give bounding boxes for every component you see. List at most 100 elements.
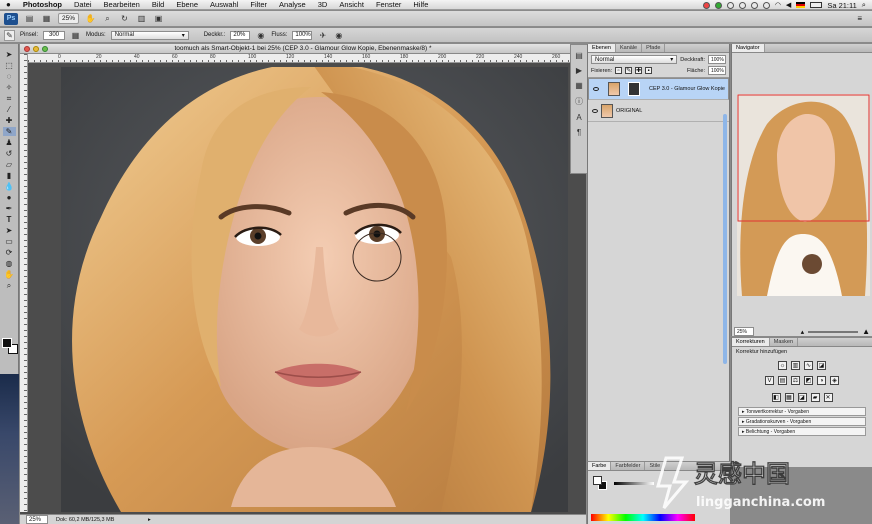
menu-3d[interactable]: 3D <box>312 0 334 9</box>
photo-filter-icon[interactable]: ◑ <box>817 376 826 385</box>
preset-belichtung[interactable]: ▸ Belichtung - Vorgaben <box>738 427 866 436</box>
curves-icon[interactable]: ∿ <box>804 361 813 370</box>
status-zoom-field[interactable]: 25% <box>26 515 48 524</box>
image-canvas[interactable] <box>61 67 568 512</box>
menu-analyse[interactable]: Analyse <box>273 0 312 9</box>
zoom-tool-icon[interactable]: ⌕ <box>3 281 16 290</box>
move-tool-icon[interactable]: ➤ <box>3 50 16 59</box>
navigator-zoom-field[interactable]: 25% <box>734 327 754 336</box>
status-icon-4[interactable] <box>738 1 746 9</box>
wifi-icon[interactable]: ◠ <box>775 1 781 9</box>
tab-ebenen[interactable]: Ebenen <box>588 44 616 52</box>
color-fg-swatch[interactable] <box>593 476 602 485</box>
vertical-ruler[interactable] <box>20 54 28 512</box>
menu-auswahl[interactable]: Auswahl <box>204 0 244 9</box>
zoom-level-select[interactable]: 25% <box>58 13 80 24</box>
visibility-eye-icon[interactable] <box>593 87 599 91</box>
bluetooth-icon[interactable] <box>750 1 758 9</box>
status-arrow-icon[interactable]: ▸ <box>148 517 151 523</box>
menu-datei[interactable]: Datei <box>68 0 98 9</box>
posterize-icon[interactable]: ▦ <box>784 393 794 402</box>
tab-pfade[interactable]: Pfade <box>642 44 666 52</box>
hand-tool-icon[interactable]: ✋ <box>85 13 96 24</box>
horizontal-ruler[interactable]: 0 20 40 60 80 100 120 140 160 180 200 220 240 260 <box>28 54 586 63</box>
document-title-bar[interactable]: toomuch als Smart-Objekt-1 bei 25% (CEP … <box>20 44 586 54</box>
shape-tool-icon[interactable]: ▭ <box>3 237 16 246</box>
type-tool-icon[interactable]: T <box>3 215 16 224</box>
preset-gradation[interactable]: ▸ Gradationskurven - Vorgaben <box>738 417 866 426</box>
eraser-tool-icon[interactable]: ▱ <box>3 160 16 169</box>
lasso-tool-icon[interactable]: ◌ <box>3 72 16 81</box>
status-icon-1[interactable] <box>702 1 710 9</box>
screen-mode-icon[interactable]: ▣ <box>153 13 164 24</box>
foreground-color-swatch[interactable] <box>2 338 12 348</box>
color-fg-bg[interactable] <box>593 476 607 490</box>
airbrush-icon[interactable]: ✈ <box>317 30 328 41</box>
menu-photoshop[interactable]: Photoshop <box>17 0 68 9</box>
flag-icon[interactable] <box>796 2 806 8</box>
lock-pixels-icon[interactable]: ✎ <box>625 67 633 74</box>
rotate-view-icon[interactable]: ↻ <box>119 13 130 24</box>
quick-select-tool-icon[interactable]: ✧ <box>3 83 16 92</box>
close-window-icon[interactable] <box>24 46 30 52</box>
brightness-contrast-icon[interactable]: ☼ <box>778 361 787 370</box>
tab-kanaele[interactable]: Kanäle <box>616 44 643 52</box>
black-white-icon[interactable]: ◩ <box>804 376 813 385</box>
minimize-window-icon[interactable] <box>33 46 39 52</box>
color-slider[interactable] <box>614 482 654 485</box>
zoom-tool-icon[interactable]: ⌕ <box>102 13 113 24</box>
flow-field[interactable]: 100% <box>292 30 313 40</box>
tab-masken[interactable]: Masken <box>770 338 799 346</box>
layers-scrollbar[interactable] <box>723 114 727 364</box>
tab-farbfelder[interactable]: Farbfelder <box>611 462 646 470</box>
brush-size-picker[interactable]: 300 <box>43 30 66 40</box>
history-brush-tool-icon[interactable]: ↺ <box>3 149 16 158</box>
pressure-opacity-icon[interactable]: ◉ <box>255 30 266 41</box>
lock-all-icon[interactable]: ▪ <box>645 67 653 74</box>
healing-tool-icon[interactable]: ✚ <box>3 116 16 125</box>
layer-fill-field[interactable]: 100% <box>708 66 726 75</box>
menubar-clock[interactable]: Sa 21:11 <box>827 1 856 10</box>
path-select-tool-icon[interactable]: ➤ <box>3 226 16 235</box>
zoom-in-icon[interactable]: ▲ <box>862 327 870 336</box>
brush-panel-icon[interactable]: ▦ <box>70 30 81 41</box>
minibridge-icon[interactable]: ▦ <box>41 13 52 24</box>
blend-mode-select[interactable]: Normal ▾ <box>591 55 678 64</box>
color-swatches[interactable] <box>2 338 18 354</box>
tab-navigator[interactable]: Navigator <box>732 44 765 52</box>
workspace-menu-icon[interactable]: ≡ <box>857 14 862 23</box>
marquee-tool-icon[interactable]: ⬚ <box>3 61 16 70</box>
hand-tool-icon[interactable]: ✋ <box>3 270 16 279</box>
dodge-tool-icon[interactable]: ● <box>3 193 16 202</box>
mode-select[interactable]: Normal ▾ <box>110 30 189 40</box>
layer-row-glamour-glow[interactable]: CEP 3.0 - Glamour Glow Kopie <box>588 78 729 100</box>
blur-tool-icon[interactable]: 💧 <box>3 182 16 191</box>
menu-filter[interactable]: Filter <box>244 0 273 9</box>
volume-icon[interactable]: ◀ <box>786 1 791 9</box>
navigator-preview[interactable] <box>737 94 870 296</box>
menu-hilfe[interactable]: Hilfe <box>407 0 434 9</box>
color-balance-icon[interactable]: ⚖ <box>791 376 800 385</box>
apple-menu-icon[interactable]: ● <box>0 0 17 9</box>
zoom-window-icon[interactable] <box>42 46 48 52</box>
3d-rotate-tool-icon[interactable]: ⟳ <box>3 248 16 257</box>
menu-ansicht[interactable]: Ansicht <box>333 0 370 9</box>
status-icon-3[interactable] <box>726 1 734 9</box>
status-icon-2[interactable] <box>714 1 722 9</box>
preset-tonwert[interactable]: ▸ Tonwertkorrektur - Vorgaben <box>738 407 866 416</box>
brush-tool-preset-icon[interactable]: ✎ <box>4 29 15 41</box>
exposure-icon[interactable]: ◪ <box>817 361 826 370</box>
channel-mixer-icon[interactable]: ◈ <box>830 376 839 385</box>
timemachine-icon[interactable] <box>762 1 770 9</box>
layer-opacity-field[interactable]: 100% <box>708 55 726 64</box>
gradient-map-icon[interactable]: ▰ <box>810 393 820 402</box>
menu-bild[interactable]: Bild <box>146 0 171 9</box>
color-spectrum[interactable] <box>591 514 695 521</box>
visibility-eye-icon[interactable] <box>592 108 598 113</box>
arrange-docs-icon[interactable]: ▥ <box>136 13 147 24</box>
character-panel-icon[interactable]: A <box>576 113 581 122</box>
bridge-icon[interactable]: ▤ <box>24 13 35 24</box>
menu-bearbeiten[interactable]: Bearbeiten <box>98 0 146 9</box>
paragraph-panel-icon[interactable]: ¶ <box>577 128 581 137</box>
pen-tool-icon[interactable]: ✒ <box>3 204 16 213</box>
